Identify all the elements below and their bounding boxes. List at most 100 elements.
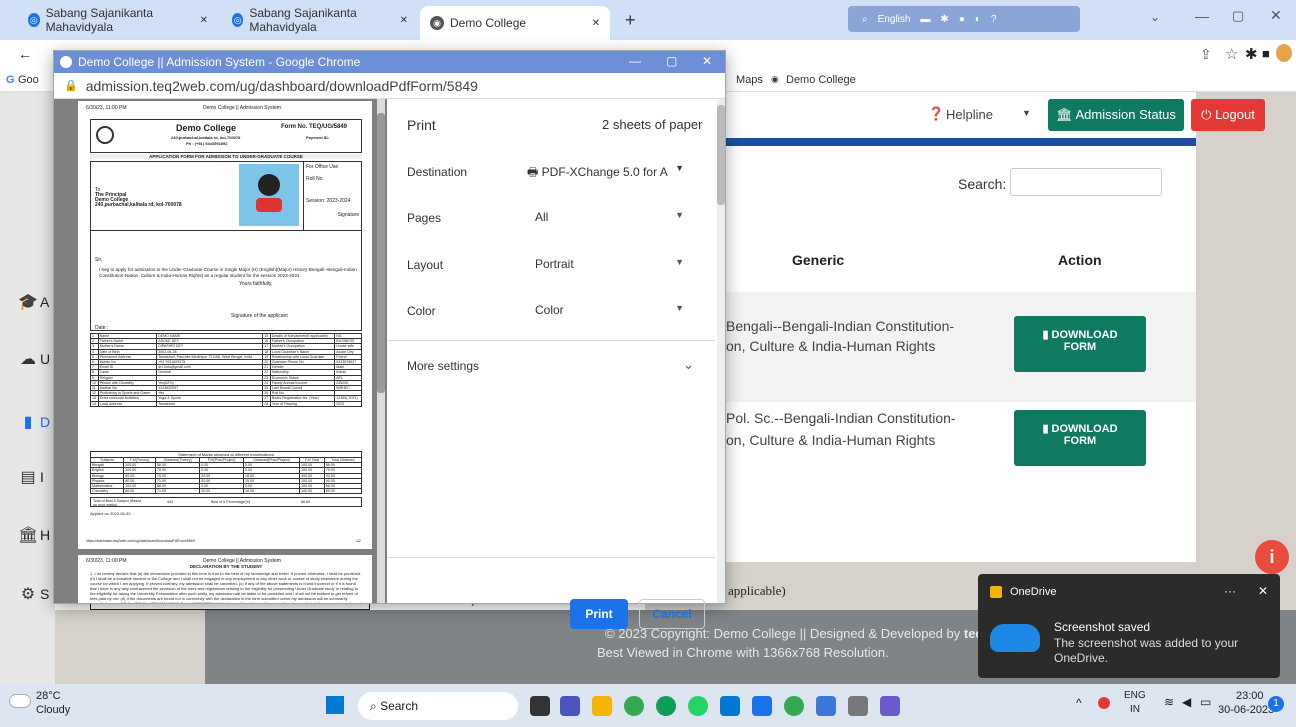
helpline-dropdown[interactable]: Helpline xyxy=(946,107,993,122)
minimize-icon[interactable]: — xyxy=(629,54,641,68)
app-icon[interactable] xyxy=(848,696,868,716)
close-window-icon[interactable]: ✕ xyxy=(1270,7,1282,24)
edge-icon[interactable] xyxy=(656,696,676,716)
onedrive-notification[interactable]: OneDrive ··· ✕ Screenshot saved The scre… xyxy=(978,574,1280,678)
sidebar-item-label[interactable]: U xyxy=(40,351,50,367)
destination-select[interactable]: 🖶 PDF-XChange 5.0 for A ▼ xyxy=(527,156,692,184)
close-icon[interactable]: ✕ xyxy=(702,54,712,68)
tab-title: Demo College xyxy=(450,16,527,30)
chevron-down-icon[interactable]: ⌄ xyxy=(683,357,694,373)
sidebar-item-label[interactable]: A xyxy=(40,294,49,310)
maximize-icon[interactable]: ▢ xyxy=(666,54,677,68)
bookmark-item[interactable]: Goo xyxy=(18,74,39,86)
sidebar-item-label[interactable]: D xyxy=(40,414,50,430)
list-icon[interactable]: ▤ xyxy=(18,467,38,487)
back-icon[interactable]: ← xyxy=(18,46,32,62)
clock-date[interactable]: 30-06-2023 xyxy=(1218,704,1274,716)
file-icon[interactable]: ▮ xyxy=(18,412,38,432)
whatsapp-icon[interactable] xyxy=(688,696,708,716)
tool-icon[interactable]: ● xyxy=(959,14,965,25)
sidebar-item-label[interactable]: S xyxy=(40,586,49,602)
cancel-button[interactable]: Cancel xyxy=(639,599,705,629)
search-input[interactable] xyxy=(1010,168,1162,196)
help-icon[interactable]: ? xyxy=(991,14,997,25)
windows-start-icon[interactable] xyxy=(326,696,344,714)
text: 88.60 xyxy=(301,500,310,504)
subject-text: on, Culture & India-Human Rights xyxy=(726,338,936,354)
close-tab-icon[interactable]: ✕ xyxy=(592,18,600,29)
logout-button[interactable]: ⏻ Logout xyxy=(1191,99,1265,131)
chrome-icon[interactable] xyxy=(784,696,804,716)
tool-icon[interactable]: ✱ xyxy=(940,14,948,25)
print-button[interactable]: Print xyxy=(570,599,628,629)
restore-window-icon[interactable]: ▢ xyxy=(1232,8,1244,24)
popup-url[interactable]: admission.teq2web.com/ug/dashboard/downl… xyxy=(86,78,478,94)
google-icon[interactable]: G xyxy=(6,74,15,86)
teams-icon[interactable] xyxy=(560,696,580,716)
admission-status-button[interactable]: 🏛 Admission Status xyxy=(1048,99,1184,131)
tab-demo-college[interactable]: ◉ Demo College ✕ xyxy=(420,6,610,40)
college-address: 240,purbachal,kalitala rd, kol-700078 xyxy=(171,135,241,140)
scrollbar-thumb[interactable] xyxy=(717,105,725,205)
weather-temp[interactable]: 28°C xyxy=(36,690,61,702)
wifi-icon[interactable]: ≋ xyxy=(1164,695,1174,709)
column-header-generic: Generic xyxy=(792,252,845,268)
language-indicator[interactable]: ENG xyxy=(1124,690,1146,701)
share-icon[interactable]: ⇪ xyxy=(1200,46,1212,63)
clock-time[interactable]: 23:00 xyxy=(1236,690,1264,702)
app-icon[interactable] xyxy=(880,696,900,716)
sidebar-item-label[interactable]: I xyxy=(40,469,44,485)
preview-scrollbar[interactable] xyxy=(377,99,385,603)
close-icon[interactable]: ✕ xyxy=(1258,584,1268,598)
graduation-cap-icon[interactable]: 🎓 xyxy=(18,292,38,312)
download-form-button[interactable]: ▮ DOWNLOAD FORM xyxy=(1014,410,1146,466)
close-tab-icon[interactable]: ✕ xyxy=(400,15,408,26)
new-tab-icon[interactable]: + xyxy=(625,10,636,31)
tab-list-icon[interactable]: ⌄ xyxy=(1150,10,1160,24)
store-icon[interactable] xyxy=(720,696,740,716)
cloud-upload-icon[interactable]: ☁ xyxy=(18,349,38,369)
gear-icon[interactable]: ⚙ xyxy=(18,584,38,604)
chevron-up-icon[interactable]: ^ xyxy=(1076,696,1082,710)
extensions-icon[interactable]: ✱ xyxy=(1245,45,1258,63)
info-fab-button[interactable]: i xyxy=(1255,540,1289,574)
minimize-icon[interactable]: ▬ xyxy=(920,14,930,25)
scrollbar-thumb[interactable] xyxy=(377,113,385,393)
print-preview-pane[interactable]: 6/30/23, 11:00 PM Demo College || Admiss… xyxy=(54,99,387,603)
tab-sabang-2[interactable]: ◎ Sabang Sajanikanta Mahavidyala ✕ xyxy=(222,6,418,34)
file-explorer-icon[interactable] xyxy=(592,696,612,716)
chrome-icon[interactable] xyxy=(624,696,644,716)
calculator-icon[interactable] xyxy=(816,696,836,716)
weather-desc[interactable]: Cloudy xyxy=(36,704,70,716)
color-select[interactable]: Color ▼ xyxy=(527,296,692,324)
panel-scrollbar[interactable] xyxy=(717,99,725,603)
sidebar-item-label[interactable]: H xyxy=(40,527,50,543)
bookmark-demo-college[interactable]: Demo College xyxy=(786,74,856,86)
language-region[interactable]: IN xyxy=(1130,704,1140,715)
pages-select[interactable]: All ▼ xyxy=(527,203,692,231)
search-icon[interactable]: ⌕ xyxy=(862,14,868,25)
tab-sabang-1[interactable]: ◎ Sabang Sajanikanta Mahavidyala ✕ xyxy=(18,6,218,34)
download-form-button[interactable]: ▮ DOWNLOAD FORM xyxy=(1014,316,1146,372)
task-view-icon[interactable] xyxy=(530,696,550,716)
notification-badge[interactable]: 1 xyxy=(1268,696,1284,712)
battery-icon[interactable]: ▭ xyxy=(1200,695,1211,709)
app-icon[interactable] xyxy=(752,696,772,716)
volume-icon[interactable]: ◀ xyxy=(1182,695,1191,709)
profile-avatar[interactable] xyxy=(1276,44,1292,62)
tool-icon[interactable]: ◐ xyxy=(975,14,981,25)
lang-label[interactable]: English xyxy=(878,14,911,25)
minimize-window-icon[interactable]: — xyxy=(1195,8,1209,24)
layout-select[interactable]: Portrait ▼ xyxy=(527,250,692,278)
help-icon[interactable]: ❓ xyxy=(928,106,944,122)
more-options-icon[interactable]: ··· xyxy=(1224,584,1236,598)
tray-app-icon[interactable] xyxy=(1098,697,1110,709)
bank-icon[interactable]: 🏛 xyxy=(18,525,38,545)
more-settings-toggle[interactable]: More settings xyxy=(407,359,479,373)
table-row: 14 Local Address Tamakhari 28 Year of Passin… xyxy=(90,400,362,407)
taskbar-search[interactable]: ⌕ Search xyxy=(358,692,518,720)
bookmark-maps[interactable]: Maps xyxy=(736,74,763,86)
sidepanel-icon[interactable]: ■ xyxy=(1262,46,1270,61)
bookmark-star-icon[interactable]: ☆ xyxy=(1225,45,1238,63)
close-tab-icon[interactable]: ✕ xyxy=(200,15,208,26)
